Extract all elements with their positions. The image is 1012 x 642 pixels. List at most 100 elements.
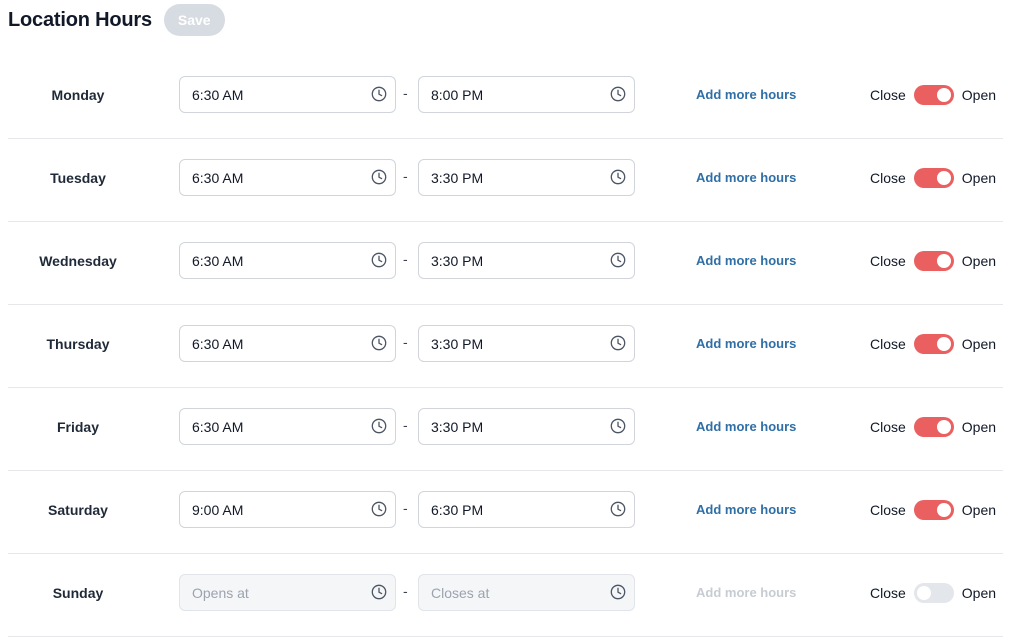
closes-at-value: 8:00 PM [431,86,484,103]
closes-at-value: 3:30 PM [431,335,484,352]
closes-at-value: Closes at [431,584,490,601]
closes-at-field[interactable]: 3:30 PM [418,159,635,196]
add-more-hours-link[interactable]: Add more hours [696,222,796,299]
toggle-knob [936,87,951,102]
clock-icon[interactable] [371,584,387,600]
opens-at-field[interactable]: 6:30 AM [179,325,396,362]
page-header: Location Hours Save [8,4,225,36]
open-close-toggle-group: Close Open [870,554,996,631]
open-close-toggle-group: Close Open [870,471,996,548]
opens-at-value: 9:00 AM [192,501,244,518]
add-more-hours-link[interactable]: Add more hours [696,471,796,548]
clock-icon[interactable] [371,501,387,517]
day-label: Thursday [46,335,110,352]
open-label: Open [961,501,997,518]
range-separator: - [403,168,408,184]
open-toggle[interactable] [913,582,954,603]
opens-at-value: 6:30 AM [192,252,244,269]
clock-icon[interactable] [371,418,387,434]
opens-at-field[interactable]: 6:30 AM [179,159,396,196]
clock-icon[interactable] [371,252,387,268]
closes-at-value: 6:30 PM [431,501,484,518]
open-toggle[interactable] [913,416,954,437]
open-close-toggle-group: Close Open [870,388,996,465]
day-label: Sunday [52,584,104,601]
add-more-hours-link: Add more hours [696,585,797,600]
close-label: Close [870,335,906,352]
open-close-toggle-group: Close Open [870,139,996,216]
hours-row-wednesday: Wednesday 6:30 AM - 3:30 PM Add more hours Cl… [8,222,1003,305]
close-label: Close [870,418,906,435]
hours-row-monday: Monday 6:30 AM - 8:00 PM Add more hours Close… [8,56,1003,139]
clock-icon[interactable] [371,335,387,351]
clock-icon[interactable] [610,252,626,268]
open-toggle[interactable] [913,167,954,188]
closes-at-field[interactable]: 6:30 PM [418,491,635,528]
close-label: Close [870,501,906,518]
opens-at-field[interactable]: 6:30 AM [179,76,396,113]
closes-at-value: 3:30 PM [431,418,484,435]
toggle-knob [936,336,951,351]
save-button[interactable]: Save [163,4,225,36]
opens-at-value: 6:30 AM [192,335,244,352]
clock-icon[interactable] [610,501,626,517]
clock-icon[interactable] [371,169,387,185]
range-separator: - [403,85,408,101]
close-label: Close [870,252,906,269]
open-close-toggle-group: Close Open [870,56,996,133]
clock-icon[interactable] [610,86,626,102]
open-label: Open [961,335,997,352]
range-separator: - [403,334,408,350]
open-close-toggle-group: Close Open [870,305,996,382]
closes-at-field[interactable]: 3:30 PM [418,408,635,445]
open-toggle[interactable] [913,84,954,105]
toggle-knob [936,253,951,268]
add-more-hours-link[interactable]: Add more hours [696,56,796,133]
close-label: Close [870,584,906,601]
closes-at-value: 3:30 PM [431,169,484,186]
closes-at-field[interactable]: 8:00 PM [418,76,635,113]
clock-icon[interactable] [610,584,626,600]
open-close-toggle-group: Close Open [870,222,996,299]
open-toggle[interactable] [913,333,954,354]
day-label: Friday [56,418,99,435]
range-separator: - [403,251,408,267]
clock-icon[interactable] [371,86,387,102]
opens-at-value: 6:30 AM [192,86,244,103]
add-more-hours-link[interactable]: Add more hours [696,139,796,216]
opens-at-field[interactable]: 6:30 AM [179,408,396,445]
range-separator: - [403,500,408,516]
day-label: Saturday [48,501,108,518]
clock-icon[interactable] [610,418,626,434]
day-label: Tuesday [50,169,106,186]
open-toggle[interactable] [913,250,954,271]
add-more-hours-link[interactable]: Add more hours [696,305,796,382]
toggle-knob [936,170,951,185]
toggle-knob [936,419,951,434]
closes-at-field[interactable]: 3:30 PM [418,325,635,362]
hours-row-sunday: Sunday Opens at - Closes at Add more hours Cl… [8,554,1003,637]
open-label: Open [961,252,997,269]
open-label: Open [961,584,997,601]
opens-at-field[interactable]: 9:00 AM [179,491,396,528]
hours-row-friday: Friday 6:30 AM - 3:30 PM Add more hours Close… [8,388,1003,471]
closes-at-field[interactable]: 3:30 PM [418,242,635,279]
open-label: Open [961,86,997,103]
opens-at-field[interactable]: 6:30 AM [179,242,396,279]
opens-at-field[interactable]: Opens at [179,574,396,611]
hours-row-saturday: Saturday 9:00 AM - 6:30 PM Add more hours Clo… [8,471,1003,554]
closes-at-field[interactable]: Closes at [418,574,635,611]
range-separator: - [403,583,408,599]
toggle-knob [916,585,931,600]
add-more-hours-link[interactable]: Add more hours [696,388,796,465]
clock-icon[interactable] [610,169,626,185]
opens-at-value: 6:30 AM [192,418,244,435]
open-label: Open [961,418,997,435]
opens-at-value: Opens at [192,584,249,601]
clock-icon[interactable] [610,335,626,351]
page-title: Location Hours [8,8,152,31]
close-label: Close [870,169,906,186]
open-toggle[interactable] [913,499,954,520]
hours-list: Monday 6:30 AM - 8:00 PM Add more hours Close… [8,56,1003,637]
range-separator: - [403,417,408,433]
